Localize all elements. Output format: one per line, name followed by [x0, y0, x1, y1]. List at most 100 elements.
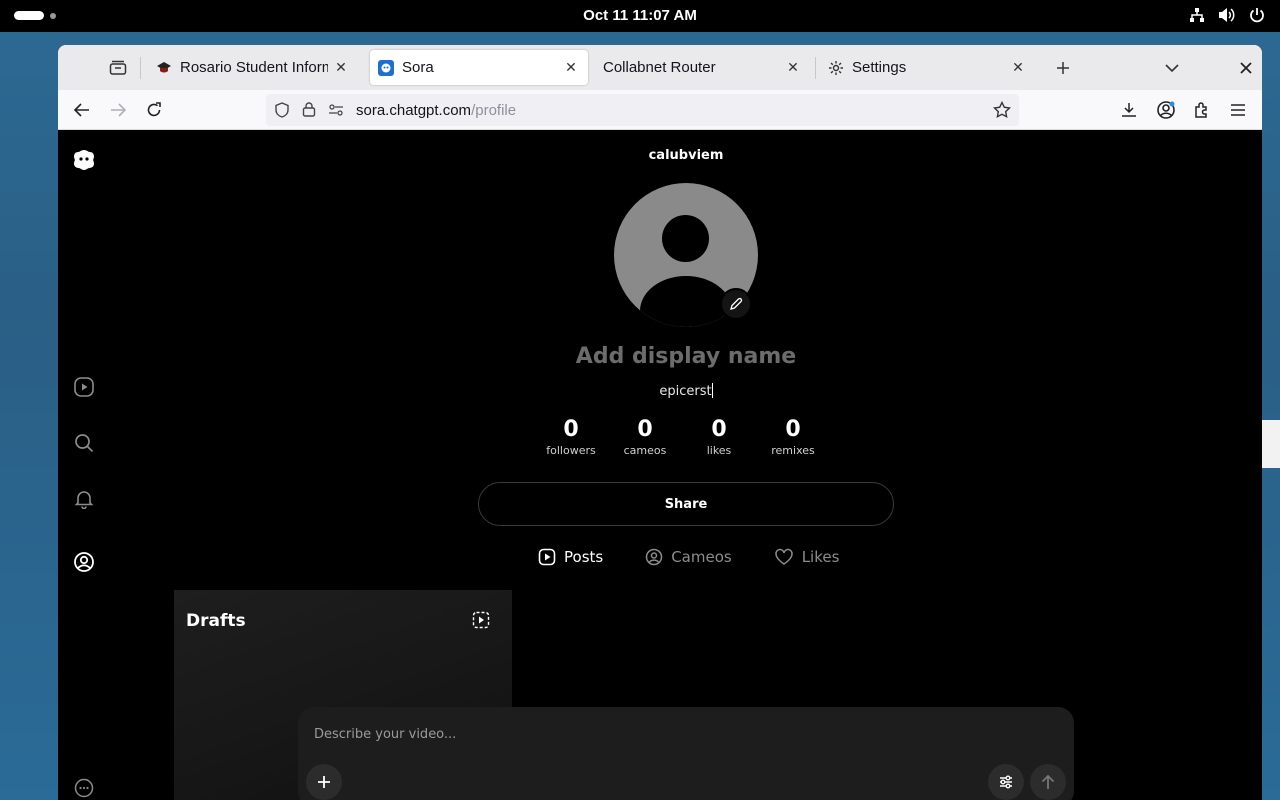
back-button[interactable] [68, 96, 96, 124]
address-bar[interactable]: sora.chatgpt.com/profile [266, 94, 1019, 126]
stat-value: 0 [637, 417, 653, 442]
stat-cameos[interactable]: 0 cameos [608, 417, 682, 457]
download-icon [1122, 103, 1136, 117]
profile-username: calubviem [648, 148, 724, 163]
stat-value: 0 [785, 417, 801, 442]
reload-icon [147, 102, 161, 117]
drafts-video-icon [471, 610, 491, 630]
chevron-down-icon [1165, 64, 1179, 73]
edit-avatar-button[interactable] [720, 288, 752, 320]
tab-title: Sora [402, 59, 434, 76]
stat-label: likes [706, 444, 732, 457]
stat-label: remixes [771, 444, 815, 457]
stat-likes[interactable]: 0 likes [682, 417, 756, 457]
handle-field[interactable]: epicerst [58, 383, 1262, 399]
tab-settings[interactable]: Settings ✕ [820, 50, 1035, 85]
play-square-icon [538, 548, 556, 566]
tab-label: Likes [801, 548, 840, 566]
video-prompt-composer [298, 707, 1074, 800]
search-icon [75, 434, 94, 453]
account-icon [1157, 101, 1175, 119]
tab-rosario[interactable]: Rosario Student Informati ✕ [148, 50, 358, 85]
tab-title: Rosario Student Informati [180, 59, 328, 76]
arrow-up-icon [1041, 774, 1055, 789]
arrow-right-icon [111, 103, 126, 117]
stat-label: cameos [623, 444, 667, 457]
tab-label: Cameos [671, 548, 732, 566]
tab-cameos[interactable]: Cameos [645, 548, 732, 566]
plus-icon [1057, 62, 1069, 74]
system-top-bar: Oct 11 11:07 AM [0, 0, 1280, 32]
tab-title: Settings [852, 59, 907, 76]
close-tab-icon[interactable]: ✕ [1009, 59, 1027, 76]
sidebar-item-profile[interactable] [72, 550, 96, 574]
tab-label: Posts [564, 548, 604, 566]
share-button[interactable]: Share [478, 482, 894, 526]
stat-value: 0 [711, 417, 727, 442]
tab-overview-button[interactable] [103, 53, 133, 83]
close-tab-icon[interactable]: ✕ [562, 59, 580, 76]
browser-window: Rosario Student Informati ✕ Sora ✕ Colla… [58, 45, 1262, 800]
activities-button[interactable] [14, 11, 56, 20]
stat-value: 0 [563, 417, 579, 442]
clock[interactable]: Oct 11 11:07 AM [0, 7, 1280, 24]
profile-icon [74, 552, 94, 572]
tab-tray-icon [109, 60, 127, 75]
tracking-protection-shield-icon[interactable] [274, 102, 290, 122]
workspace-indicator-active [14, 11, 44, 20]
bell-icon [74, 491, 94, 509]
describe-video-input[interactable] [314, 727, 914, 742]
site-permissions-icon[interactable] [328, 102, 344, 122]
tab-sora[interactable]: Sora ✕ [370, 50, 588, 85]
new-tab-button[interactable] [1048, 53, 1078, 83]
power-icon[interactable] [1248, 6, 1266, 24]
tab-likes[interactable]: Likes [774, 548, 840, 566]
sora-profile-page: calubviem Add display name epicerst 0 fo… [58, 130, 1262, 800]
downloads-button[interactable] [1115, 96, 1143, 124]
lock-icon[interactable] [302, 101, 316, 121]
close-window-button[interactable] [1231, 53, 1261, 83]
hamburger-menu-icon [1231, 104, 1245, 116]
settings-sliders-button[interactable] [988, 764, 1024, 800]
sidebar-item-search[interactable] [72, 431, 96, 455]
sidebar-item-more[interactable] [72, 776, 96, 800]
forward-button[interactable] [104, 96, 132, 124]
reload-button[interactable] [140, 96, 168, 124]
tab-title: Collabnet Router [603, 59, 716, 76]
close-tab-icon[interactable]: ✕ [332, 59, 350, 76]
bookmark-star-icon[interactable] [992, 100, 1012, 123]
network-icon[interactable] [1188, 6, 1206, 24]
graduation-cap-icon [156, 60, 172, 76]
volume-icon[interactable] [1218, 6, 1236, 24]
profile-tabs: Posts Cameos Likes [538, 548, 839, 566]
plus-icon [318, 776, 330, 788]
person-circle-icon [645, 548, 663, 566]
text-caret [711, 383, 713, 398]
url-text[interactable]: sora.chatgpt.com/profile [356, 102, 516, 119]
tab-posts[interactable]: Posts [538, 548, 603, 566]
close-tab-icon[interactable]: ✕ [784, 59, 802, 76]
close-icon [1240, 62, 1252, 74]
more-options-icon [74, 778, 94, 798]
app-menu-button[interactable] [1224, 96, 1252, 124]
sidebar-item-notifications[interactable] [72, 487, 96, 511]
tab-bar: Rosario Student Informati ✕ Sora ✕ Colla… [58, 45, 1262, 90]
submit-button[interactable] [1030, 764, 1066, 800]
tab-collabnet-router[interactable]: Collabnet Router ✕ [595, 50, 810, 85]
extensions-button[interactable] [1188, 96, 1216, 124]
stat-remixes[interactable]: 0 remixes [756, 417, 830, 457]
list-all-tabs-button[interactable] [1157, 53, 1187, 83]
url-path: /profile [471, 102, 517, 119]
pencil-icon [730, 297, 743, 310]
account-button[interactable] [1152, 96, 1180, 124]
avatar-head-silhouette [662, 215, 709, 262]
stat-followers[interactable]: 0 followers [534, 417, 608, 457]
add-attachment-button[interactable] [306, 764, 342, 800]
gear-icon [828, 60, 844, 76]
system-tray[interactable] [1188, 6, 1266, 24]
puzzle-piece-icon [1195, 102, 1207, 118]
url-host: sora.chatgpt.com [356, 102, 472, 119]
tab-separator [815, 57, 816, 79]
navigation-toolbar: sora.chatgpt.com/profile [58, 90, 1262, 130]
add-display-name-field[interactable]: Add display name [58, 344, 1262, 369]
